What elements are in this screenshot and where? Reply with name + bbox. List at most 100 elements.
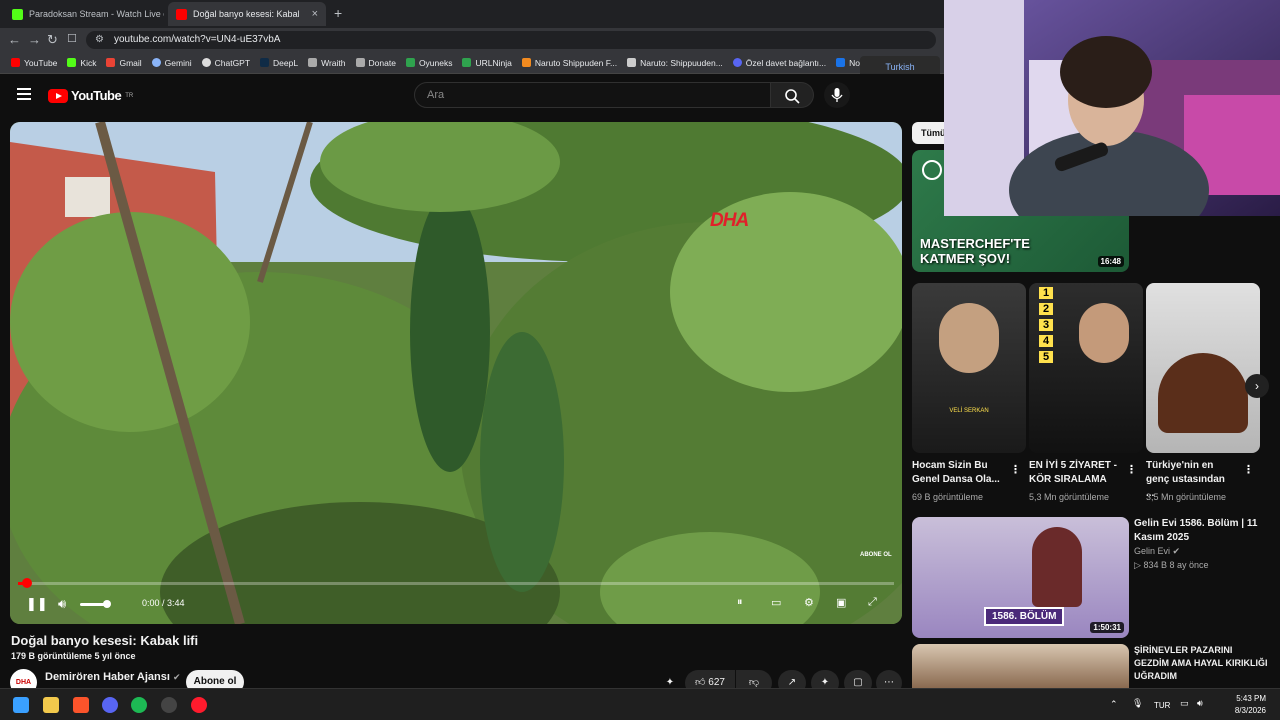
more-icon[interactable]: ⋮ (1243, 463, 1254, 476)
bookmark-label: Wraith (321, 57, 346, 68)
tab-youtube-video[interactable]: Doğal banyo kesesi: Kabak lifi × (168, 2, 326, 26)
network-icon[interactable]: ▭ (1180, 698, 1189, 709)
bookmark-label: ChatGPT (214, 57, 251, 68)
bookmark-wraith[interactable]: Wraith (303, 58, 350, 68)
channel-name[interactable]: Demirören Haber Ajansı ✔ (45, 671, 181, 683)
video-channel[interactable]: Gelin Evi ✔ (1134, 546, 1180, 557)
video-meta: ▷ 834 B 8 ay önce (1134, 560, 1209, 571)
bookmark-chatgpt[interactable]: ChatGPT (197, 58, 255, 68)
bookmark-oyuneks[interactable]: Oyuneks (401, 58, 458, 68)
autoplay-toggle[interactable]: ⏸︎ (737, 596, 743, 609)
bookmark-urlninja[interactable]: URLNinja (457, 58, 516, 68)
volume-slider[interactable] (80, 600, 111, 608)
close-tab-icon[interactable]: × (312, 8, 318, 20)
subscribe-overlay[interactable]: ABONE OL (860, 552, 892, 558)
rank-2: 2 (1039, 303, 1053, 315)
bookmark-naruto-1[interactable]: Naruto Shippuden F... (517, 58, 622, 68)
short-thumbnail-1[interactable]: VELİ SERKAN (912, 283, 1026, 453)
bookmark-gmail[interactable]: Gmail (101, 58, 146, 68)
volume-tray-icon[interactable]: 🔊︎ (1197, 698, 1203, 709)
discord-icon[interactable] (102, 697, 118, 713)
bookmark-gemini[interactable]: Gemini (147, 58, 197, 68)
tray-overflow-icon[interactable]: ⌃ (1110, 699, 1118, 710)
search-icon (785, 89, 800, 104)
reload-icon[interactable]: ↻ (47, 32, 58, 48)
webcam-feed (944, 0, 1280, 216)
bookmark-deepl[interactable]: DeepL (255, 58, 303, 68)
bookmark-discord-invite[interactable]: Özel davet bağlantı... (728, 58, 831, 68)
more-icon[interactable]: ⋮ (1126, 463, 1137, 476)
new-tab-button[interactable]: + (334, 5, 342, 21)
bookmarks-bar: YouTube Kick Gmail Gemini ChatGPT DeepL … (0, 52, 944, 74)
obs-icon[interactable] (161, 697, 177, 713)
url-field[interactable]: ⚙ youtube.com/watch?v=UN4-uE37vbA (86, 31, 936, 49)
next-arrow-button[interactable]: › (1245, 374, 1269, 398)
back-icon[interactable]: ← (8, 32, 21, 47)
chip-all[interactable]: Tümü (912, 122, 944, 144)
start-icon[interactable] (13, 697, 29, 713)
video-title[interactable]: ŞİRİNEVLER PAZARINI GEZDİM AMA HAYAL KIR… (1134, 644, 1269, 683)
video-duration: 1:50:31 (1090, 622, 1124, 633)
pause-button[interactable]: ❚❚ (26, 596, 48, 612)
cake-image (1158, 353, 1248, 433)
video-title: Doğal banyo kesesi: Kabak lifi (11, 633, 199, 648)
voice-search-button[interactable] (824, 82, 850, 108)
search-button[interactable] (771, 82, 814, 108)
bookmark-label: Gemini (164, 57, 192, 68)
thumbnail-overlay-text: MASTERCHEF'TE KATMER ŞOV! (920, 236, 1030, 266)
video-thumbnail[interactable]: 1586. BÖLÜM 1:50:31 (912, 517, 1129, 638)
bookmark-naruto-2[interactable]: Naruto: Shippuuden... (622, 58, 728, 68)
short-title[interactable]: EN İYİ 5 ZİYARET - KÖR SIRALAMA (1029, 459, 1119, 487)
input-language[interactable]: TUR (1154, 701, 1170, 710)
subtitles-icon[interactable]: ▭ (771, 596, 781, 609)
tab-title: Doğal banyo kesesi: Kabak lifi (193, 9, 299, 19)
search-input[interactable]: Ara (414, 82, 771, 108)
file-explorer-icon[interactable] (43, 697, 59, 713)
share-icon: ↗ (787, 677, 797, 688)
video-duration: 16:48 (1097, 256, 1124, 267)
microphone-icon (831, 88, 843, 102)
video-player[interactable]: DHA ABONE OL ❚❚ 🔊︎ 0:00 / 3:44 ⏸︎ ▭ ⚙ ▣ … (10, 122, 902, 624)
short-title[interactable]: Hocam Sizin Bu Genel Dansa Ola... (912, 459, 1002, 487)
clock-date: 8/3/2026 (1234, 706, 1266, 715)
bookmark-icon[interactable]: ☐ (67, 32, 77, 45)
bookmark-donate[interactable]: Donate (351, 58, 401, 68)
bookmark-youtube[interactable]: YouTube (6, 58, 62, 68)
short-views: 5,3 Mn görüntüleme (1029, 492, 1110, 502)
microphone-tray-icon[interactable]: 🎙︎ (1132, 698, 1143, 709)
fullscreen-icon[interactable]: ⤢ (868, 596, 877, 609)
tab-paradoksan[interactable]: Paradoksan Stream - Watch Live on K (4, 2, 164, 26)
spotify-icon[interactable] (131, 697, 147, 713)
forward-icon[interactable]: → (28, 32, 41, 47)
short-thumbnail-3[interactable] (1146, 283, 1260, 453)
bookmark-kick[interactable]: Kick (62, 58, 101, 68)
more-icon[interactable]: ⋮ (1010, 463, 1021, 476)
donate-icon (355, 58, 365, 67)
video-thumbnail[interactable] (912, 644, 1129, 688)
like-icon: 👍︎ (695, 677, 706, 688)
verified-icon: ✔ (172, 672, 181, 682)
clock[interactable]: 5:43 PM 8/3/2026 (1235, 693, 1266, 717)
bookmark-label: DeepL (273, 57, 299, 68)
progress-bar[interactable] (18, 578, 894, 588)
brave-icon[interactable] (73, 697, 89, 713)
time-display: 0:00 / 3:44 (142, 598, 185, 608)
youtube-logo[interactable]: YouTube TR (48, 88, 133, 103)
video-meta-text: 834 B 8 ay önce (1143, 560, 1209, 570)
youtube-play-icon (48, 88, 68, 103)
volume-icon[interactable]: 🔊︎ (58, 596, 66, 612)
opera-icon[interactable] (191, 697, 207, 713)
rank-1: 1 (1039, 287, 1053, 299)
views-icon: ▷ (1134, 560, 1141, 570)
settings-icon[interactable]: ⚙ (804, 596, 814, 609)
site-info-icon[interactable]: ⚙ (95, 31, 104, 49)
like-count: 627 (708, 677, 725, 688)
scrubber-handle[interactable] (21, 578, 32, 588)
menu-icon[interactable] (17, 88, 31, 103)
deepl-icon (260, 58, 270, 67)
tab-bar: Paradoksan Stream - Watch Live on K Doğa… (0, 0, 944, 28)
theater-mode-icon[interactable]: ▣ (836, 596, 846, 609)
channel-badge-icon (922, 160, 942, 180)
video-title[interactable]: Gelin Evi 1586. Bölüm | 11 Kasım 2025 (1134, 517, 1269, 545)
short-thumbnail-2[interactable]: 1 2 3 4 5 (1029, 283, 1143, 453)
